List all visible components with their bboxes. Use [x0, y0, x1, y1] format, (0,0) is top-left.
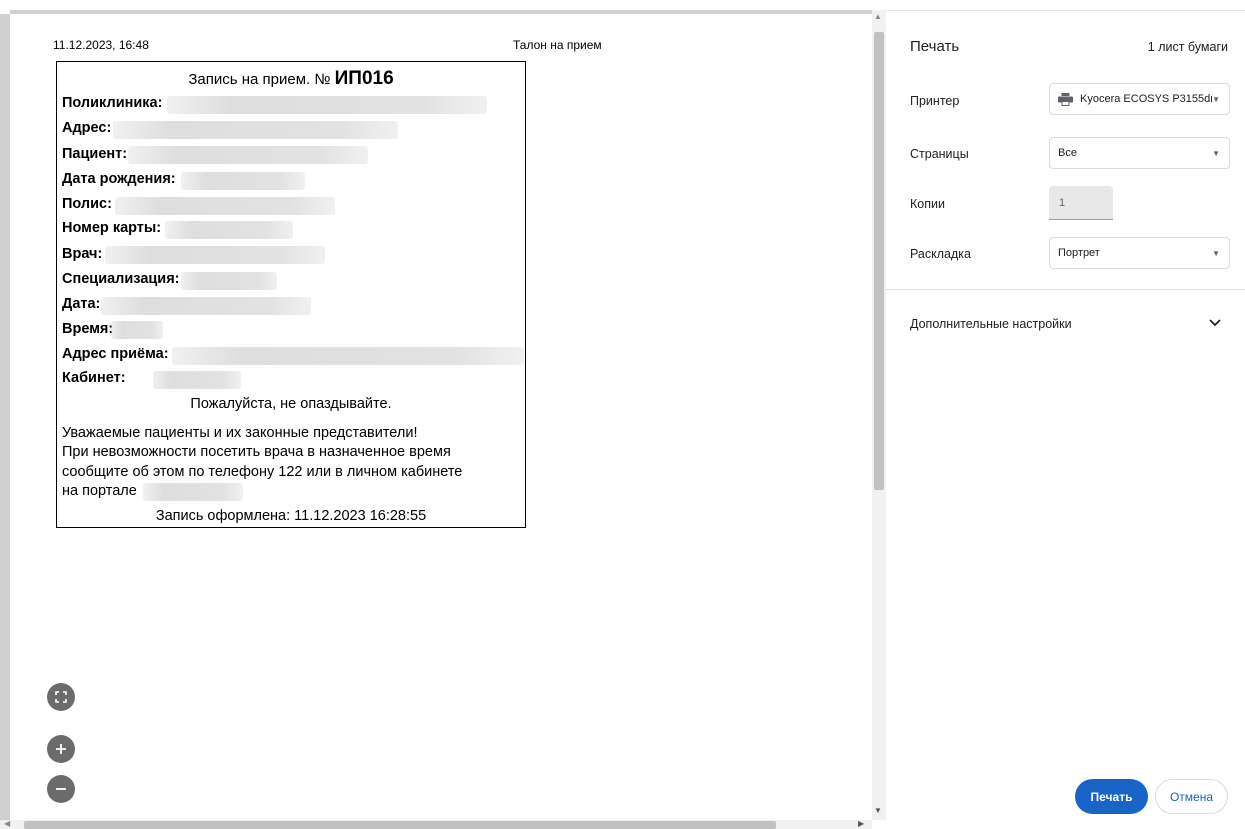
chevron-down-icon: ▼ — [1212, 249, 1220, 258]
page-header-date: 11.12.2023, 16:48 — [53, 38, 149, 52]
sheet-count: 1 лист бумаги — [1147, 40, 1228, 54]
redacted-address — [113, 121, 398, 139]
field-birth-date: Дата рождения: — [62, 171, 176, 187]
zoom-in-icon — [56, 744, 66, 754]
zoom-out-button[interactable] — [47, 775, 75, 803]
fit-to-page-icon — [55, 691, 67, 703]
panel-top-divider — [886, 10, 1245, 11]
field-cabinet: Кабинет: — [62, 370, 126, 386]
ticket-title-prefix: Запись на прием. № — [188, 71, 331, 88]
field-doctor: Врач: — [62, 246, 103, 262]
cancel-button[interactable]: Отмена — [1155, 779, 1228, 814]
copies-label: Копии — [910, 197, 945, 211]
redacted-clinic — [167, 96, 487, 114]
ticket-reminder: Пожалуйста, не опаздывайте. — [190, 396, 392, 412]
ticket-number: ИП016 — [334, 68, 394, 89]
redacted-patient — [128, 146, 368, 164]
printer-select[interactable]: Kyocera ECOSYS P3155dn ▼ — [1049, 83, 1230, 115]
ticket-notice-line: на портале — [62, 483, 137, 499]
print-preview: 11.12.2023, 16:48 Талон на прием Запись … — [0, 0, 886, 829]
chevron-down-icon: ▼ — [1212, 149, 1220, 158]
print-button[interactable]: Печать — [1075, 779, 1148, 814]
preview-top-border — [10, 10, 872, 14]
scroll-up-arrow-icon[interactable]: ▲ — [874, 12, 882, 21]
scroll-right-arrow-icon[interactable]: ▶ — [858, 819, 864, 828]
field-date: Дата: — [62, 296, 101, 312]
redacted-time — [111, 321, 163, 339]
appointment-ticket: Запись на прием. № ИП016 Поликлиника: Ад… — [56, 61, 526, 528]
ticket-notice-line: Уважаемые пациенты и их законные предста… — [62, 425, 418, 441]
layout-label: Раскладка — [910, 247, 971, 261]
redacted-cabinet — [153, 371, 241, 389]
zoom-out-icon — [56, 788, 66, 790]
redacted-card-number — [165, 221, 293, 239]
fit-to-page-button[interactable] — [47, 683, 75, 711]
field-specialization: Специализация: — [62, 271, 180, 287]
ticket-title: Запись на прием. № ИП016 — [57, 68, 525, 90]
field-time: Время: — [62, 321, 114, 337]
horizontal-scroll-thumb[interactable] — [24, 821, 776, 829]
field-clinic: Поликлиника: — [62, 95, 163, 111]
zoom-in-button[interactable] — [47, 735, 75, 763]
layout-select[interactable]: Портрет ▼ — [1049, 237, 1230, 269]
chevron-down-icon[interactable] — [1209, 314, 1221, 330]
ticket-notice-line: При невозможности посетить врача в назна… — [62, 444, 451, 460]
field-patient: Пациент: — [62, 146, 128, 162]
redacted-specialization — [181, 272, 277, 290]
pages-label: Страницы — [910, 147, 969, 161]
more-settings-toggle[interactable]: Дополнительные настройки — [910, 317, 1072, 331]
ticket-footer: Запись оформлена: 11.12.2023 16:28:55 — [155, 508, 427, 524]
panel-title: Печать — [910, 38, 960, 55]
scroll-left-arrow-icon[interactable]: ◀ — [4, 819, 10, 828]
redacted-portal — [143, 483, 243, 501]
scroll-down-arrow-icon[interactable]: ▼ — [874, 806, 882, 815]
printer-label: Принтер — [910, 94, 960, 108]
panel-divider — [886, 289, 1245, 290]
chevron-down-icon: ▼ — [1212, 95, 1220, 104]
print-settings-panel: Печать 1 лист бумаги Принтер Kyocera ECO… — [886, 0, 1245, 829]
pages-select[interactable]: Все ▼ — [1049, 137, 1230, 169]
redacted-policy — [115, 197, 335, 215]
redacted-reception-address — [172, 347, 524, 365]
layout-value: Портрет — [1058, 247, 1100, 259]
redacted-birth-date — [181, 172, 305, 190]
redacted-date — [101, 297, 311, 315]
printer-value: Kyocera ECOSYS P3155dn — [1080, 93, 1212, 105]
pages-value: Все — [1058, 147, 1077, 159]
page-header-title: Талон на прием — [513, 38, 602, 52]
field-card-number: Номер карты: — [62, 220, 162, 236]
preview-left-border — [0, 14, 10, 820]
redacted-doctor — [105, 246, 325, 264]
field-address: Адрес: — [62, 120, 112, 136]
copies-input[interactable]: 1 — [1049, 186, 1113, 220]
field-reception-address: Адрес приёма: — [62, 346, 169, 362]
field-policy: Полис: — [62, 196, 112, 212]
printer-icon — [1058, 92, 1073, 106]
vertical-scroll-thumb[interactable] — [874, 32, 884, 490]
ticket-notice-line: сообщите об этом по телефону 122 или в л… — [62, 464, 463, 480]
